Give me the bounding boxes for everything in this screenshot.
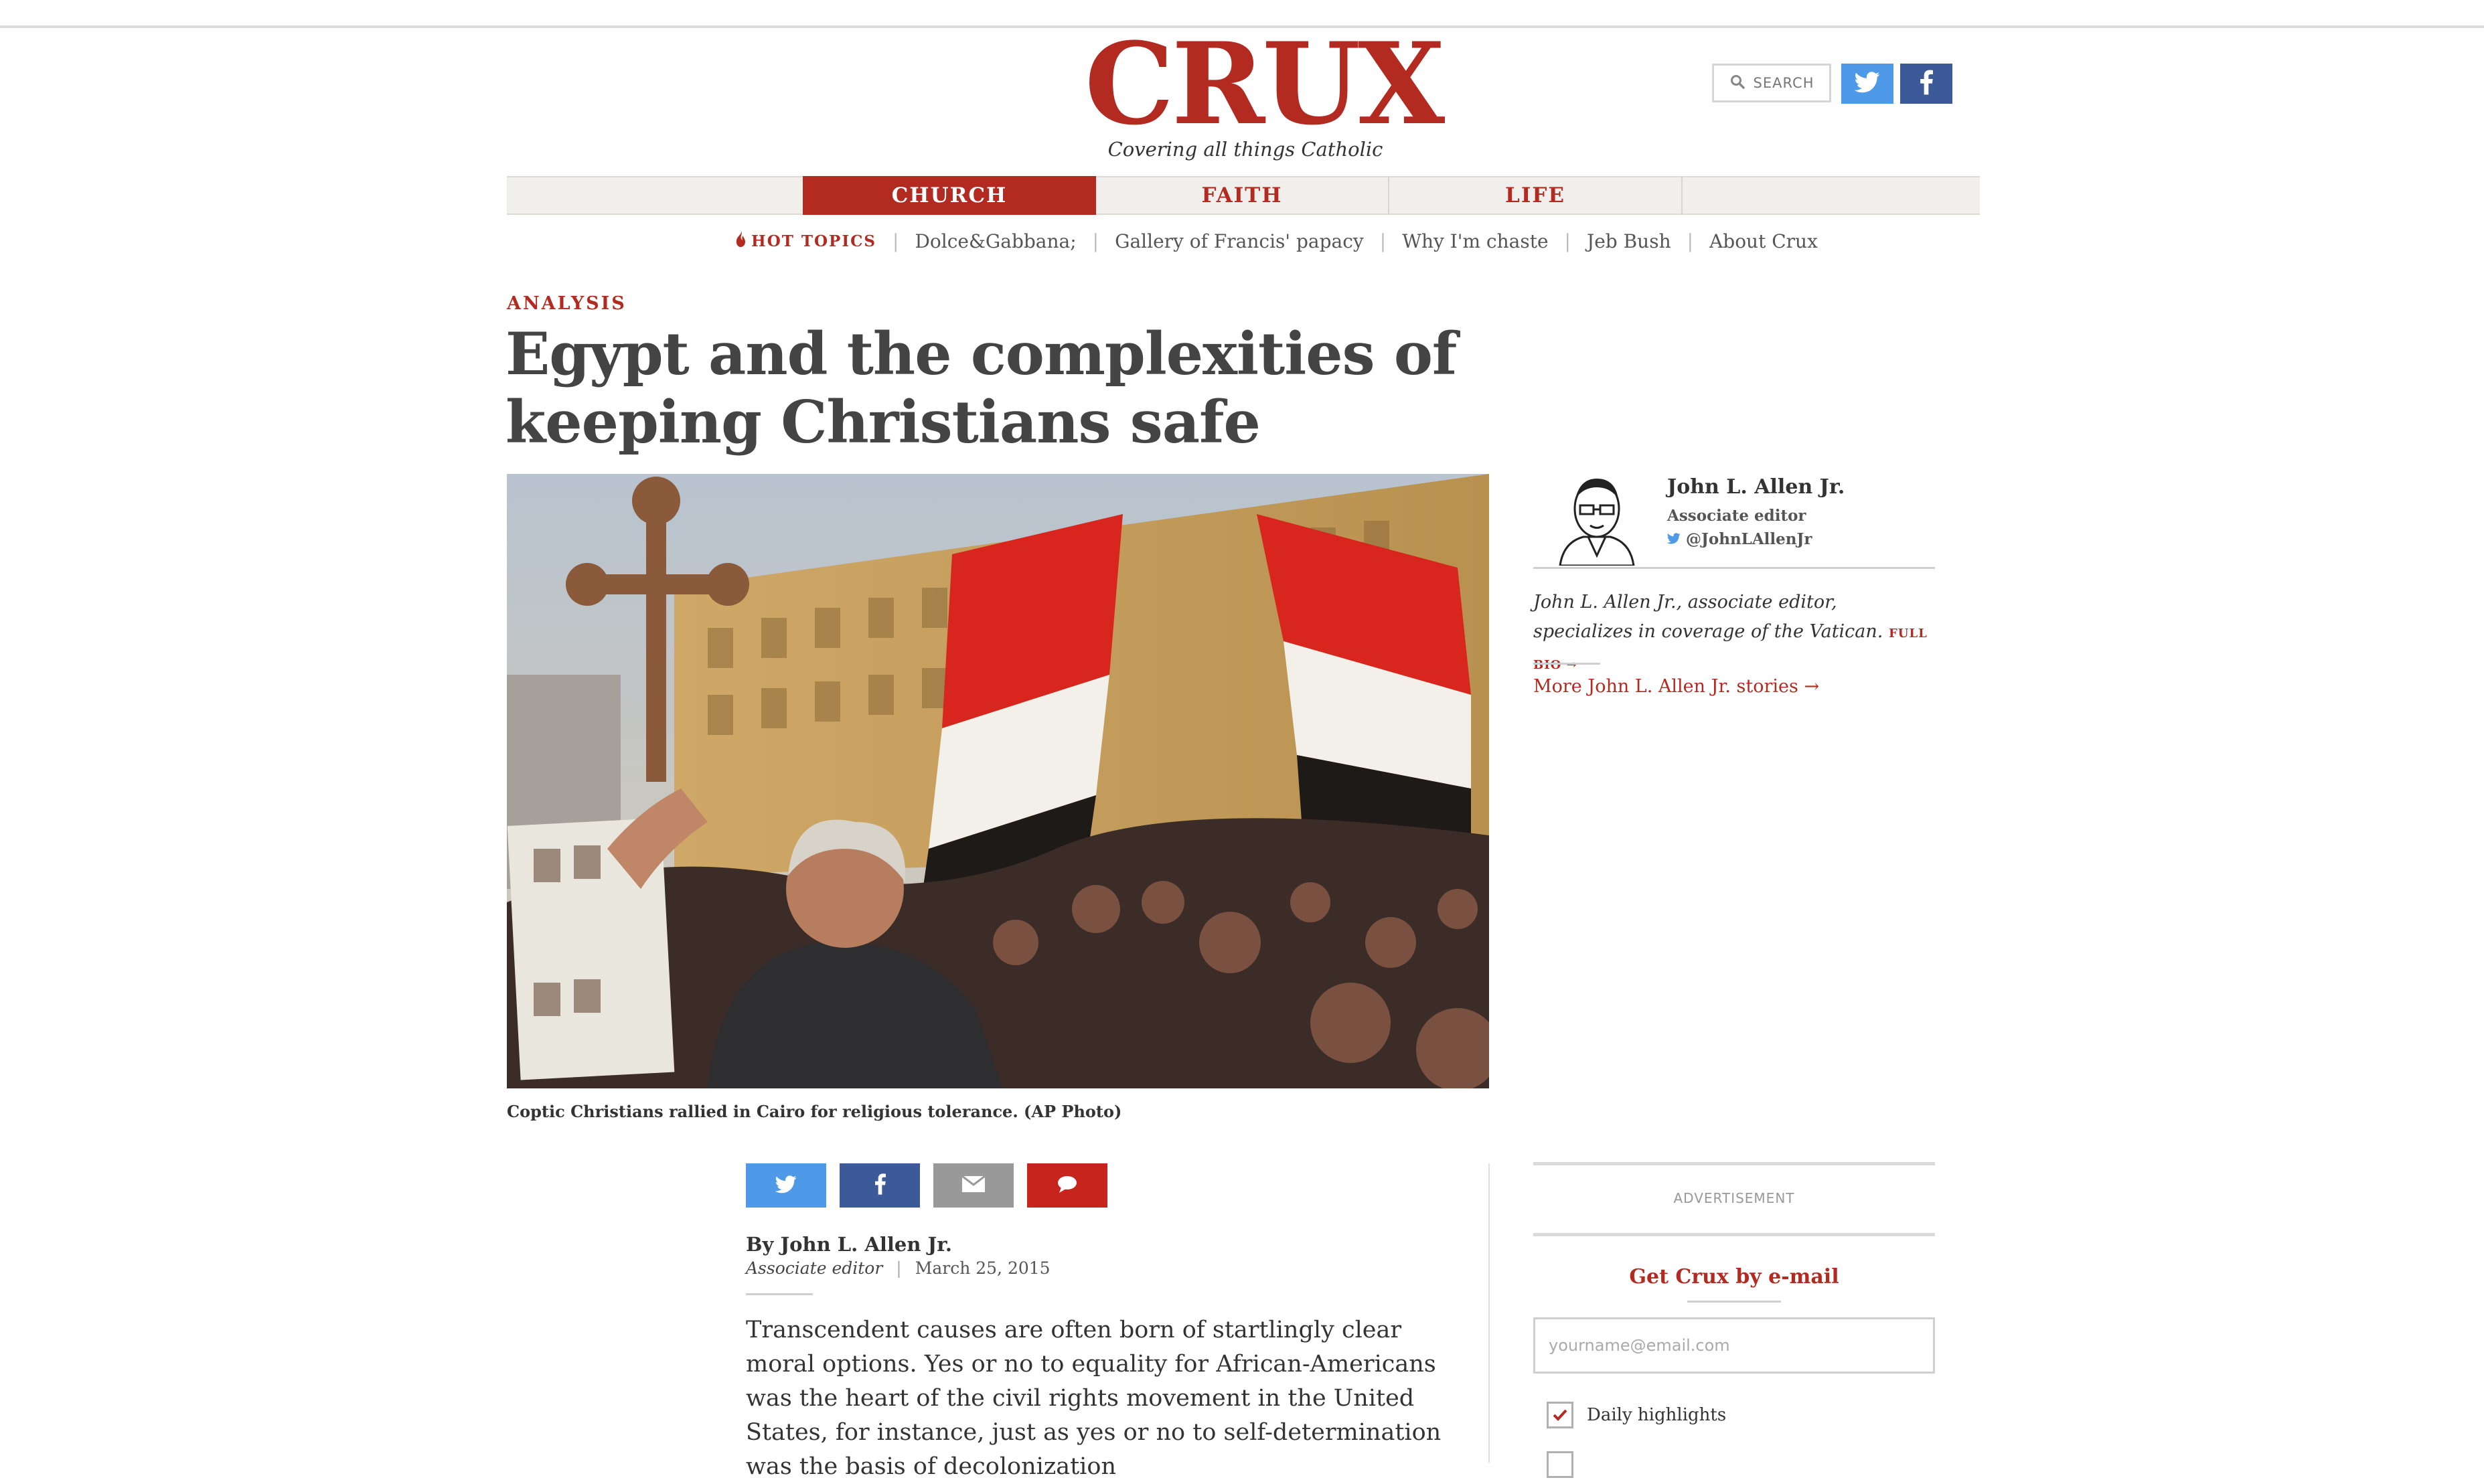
divider: | xyxy=(896,1258,902,1278)
divider: | xyxy=(1564,230,1571,252)
share-email-button[interactable] xyxy=(933,1163,1014,1208)
email-signup-title: Get Crux by e-mail xyxy=(1629,1265,1839,1289)
author-twitter-link[interactable]: @JohnLAllenJr xyxy=(1666,530,1812,548)
search-label: SEARCH xyxy=(1753,75,1814,91)
main-nav: CHURCH FAITH LIFE xyxy=(507,176,1980,215)
divider xyxy=(1533,567,1935,569)
divider xyxy=(746,1293,813,1295)
twitter-icon xyxy=(1854,72,1880,96)
facebook-icon xyxy=(1920,70,1933,98)
comment-icon xyxy=(1057,1175,1077,1196)
ad-bottom-rule xyxy=(1533,1233,1935,1236)
hot-topic-link[interactable]: Jeb Bush xyxy=(1587,230,1671,252)
more-author-stories-link[interactable]: More John L. Allen Jr. stories → xyxy=(1533,676,1819,697)
logo-tagline: Covering all things Catholic xyxy=(1107,138,1383,161)
author-avatar[interactable] xyxy=(1553,469,1640,567)
hot-topics-label: HOT TOPICS xyxy=(735,231,876,251)
daily-highlights-checkbox[interactable] xyxy=(1547,1402,1573,1428)
logo-wordmark: CRUX xyxy=(1085,17,1445,150)
more-stories-label: More John L. Allen Jr. stories xyxy=(1533,676,1798,697)
article-kicker[interactable]: ANALYSIS xyxy=(507,293,627,314)
share-facebook-button[interactable] xyxy=(840,1163,920,1208)
hot-topic-link[interactable]: About Crux xyxy=(1709,230,1818,252)
arrow-right-icon: → xyxy=(1804,676,1820,697)
article-body: Transcendent causes are often born of st… xyxy=(746,1317,1442,1480)
nav-tab-church[interactable]: CHURCH xyxy=(803,176,1096,215)
ad-top-rule xyxy=(1533,1162,1935,1165)
author-twitter-handle: @JohnLAllenJr xyxy=(1686,530,1812,548)
divider xyxy=(1533,663,1600,665)
arrow-right-icon: → xyxy=(1566,658,1577,672)
daily-highlights-option[interactable]: Daily highlights xyxy=(1547,1402,1726,1428)
author-role: Associate editor xyxy=(1667,507,1806,525)
hot-topic-link[interactable]: Gallery of Francis' papacy xyxy=(1115,230,1364,252)
twitter-icon xyxy=(1666,530,1681,548)
hot-topic-link[interactable]: Dolce&Gabbana; xyxy=(915,230,1076,252)
header-facebook-button[interactable] xyxy=(1900,64,1952,104)
hot-topics-bar: HOT TOPICS | Dolce&Gabbana; | Gallery of… xyxy=(735,226,1818,256)
twitter-icon xyxy=(775,1175,797,1196)
facebook-icon xyxy=(874,1173,886,1198)
advertisement-label: ADVERTISEMENT xyxy=(1673,1190,1795,1206)
divider xyxy=(1687,1301,1781,1303)
author-name[interactable]: John L. Allen Jr. xyxy=(1667,475,1845,499)
share-comment-button[interactable] xyxy=(1027,1163,1107,1208)
email-icon xyxy=(961,1175,986,1195)
author-bio: John L. Allen Jr., associate editor, spe… xyxy=(1533,588,1942,680)
daily-highlights-label: Daily highlights xyxy=(1587,1405,1727,1425)
article-photo xyxy=(507,474,1489,1088)
nav-tab-life[interactable]: LIFE xyxy=(1389,176,1683,215)
divider: | xyxy=(1687,230,1694,252)
divider: | xyxy=(892,230,899,252)
share-twitter-button[interactable] xyxy=(746,1163,826,1208)
search-icon xyxy=(1729,74,1745,93)
article-meta: Associate editor | March 25, 2015 xyxy=(746,1258,1051,1278)
flame-icon xyxy=(735,231,746,251)
header-twitter-button[interactable] xyxy=(1841,64,1893,104)
search-button[interactable]: SEARCH xyxy=(1712,64,1831,102)
article-byline[interactable]: By John L. Allen Jr. xyxy=(746,1233,952,1256)
nav-tab-faith[interactable]: FAITH xyxy=(1096,176,1389,215)
photo-caption: Coptic Christians rallied in Cairo for r… xyxy=(507,1102,1122,1121)
hot-topics-text: HOT TOPICS xyxy=(751,232,877,250)
option-checkbox[interactable] xyxy=(1547,1451,1573,1478)
byline-role: Associate editor xyxy=(746,1258,883,1278)
hot-topic-link[interactable]: Why I'm chaste xyxy=(1402,230,1548,252)
author-bio-text: John L. Allen Jr., associate editor, spe… xyxy=(1533,592,1883,642)
divider: | xyxy=(1092,230,1099,252)
site-logo[interactable]: CRUX Covering all things Catholic xyxy=(1085,17,1445,161)
divider: | xyxy=(1379,230,1387,252)
column-divider xyxy=(1488,1163,1490,1463)
email-field[interactable] xyxy=(1533,1317,1935,1374)
article-date: March 25, 2015 xyxy=(915,1258,1051,1278)
article-headline: Egypt and the complexities of keeping Ch… xyxy=(506,319,1457,457)
